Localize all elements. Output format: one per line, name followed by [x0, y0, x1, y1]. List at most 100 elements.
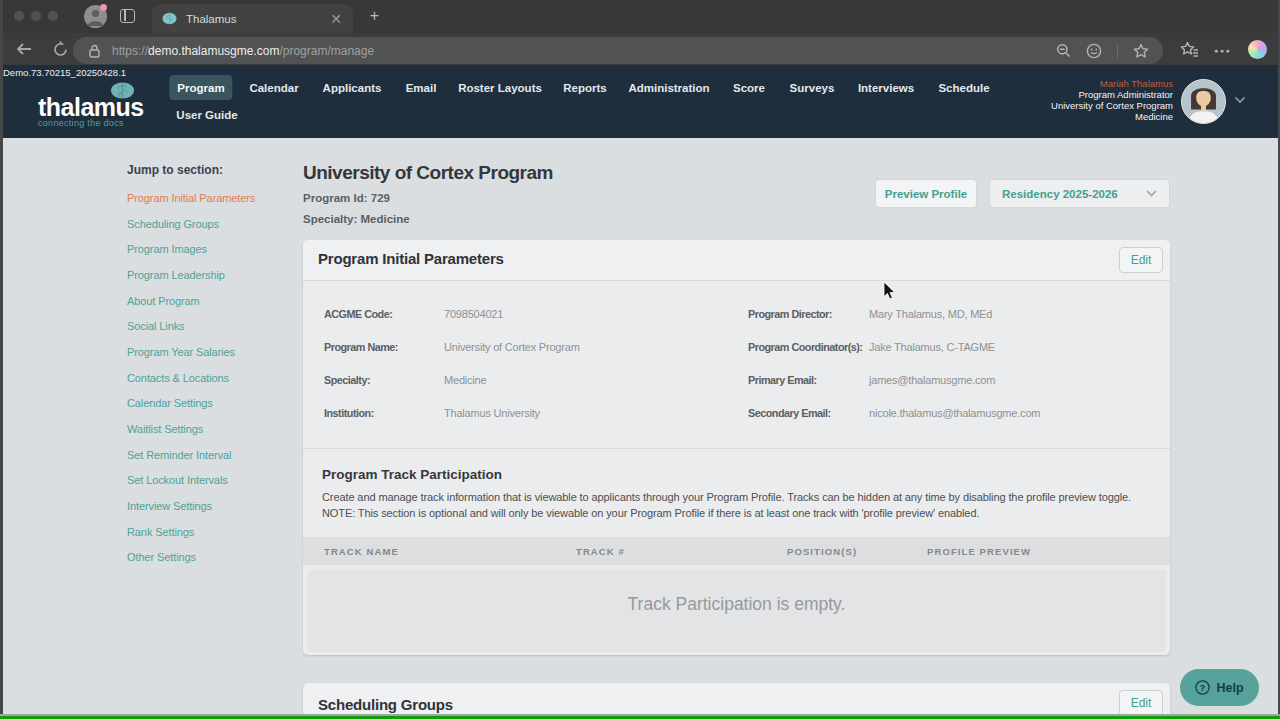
- sidebar-link-program-initial-parameters[interactable]: Program Initial Parameters: [127, 185, 297, 211]
- select-chevron-icon: [1146, 190, 1157, 197]
- copilot-icon[interactable]: [1248, 40, 1267, 59]
- help-question-icon: ?: [1195, 680, 1210, 695]
- jump-to-section-nav: Jump to section: Program Initial Paramet…: [127, 163, 297, 570]
- user-menu-chevron-icon[interactable]: [1234, 96, 1246, 104]
- track-empty-message: Track Participation is empty.: [628, 594, 846, 615]
- nav-item-surveys[interactable]: Surveys: [782, 75, 843, 100]
- track-participation-note: NOTE: This section is optional and will …: [322, 505, 1151, 521]
- new-tab-button[interactable]: +: [366, 8, 383, 25]
- back-icon[interactable]: [15, 41, 33, 57]
- app-navbar: Demo.73.70215_20250428.1 thalamus connec…: [0, 65, 1280, 138]
- help-button[interactable]: ? Help: [1180, 669, 1259, 706]
- address-bar[interactable]: https://demo.thalamusgme.com/program/man…: [73, 37, 1163, 64]
- user-avatar[interactable]: [1181, 79, 1226, 124]
- window-controls: [14, 11, 58, 21]
- reload-icon[interactable]: [52, 41, 69, 58]
- window-minimize-button[interactable]: [31, 11, 41, 21]
- browser-toolbar: https://demo.thalamusgme.com/program/man…: [0, 33, 1280, 65]
- sidebar-link-set-lockout-intervals[interactable]: Set Lockout Intervals: [127, 468, 297, 494]
- sidebar-link-about-program[interactable]: About Program: [127, 288, 297, 314]
- browser-profile-avatar-icon[interactable]: [84, 5, 107, 28]
- user-role: Program Administrator: [1051, 89, 1173, 100]
- sidebar-link-contacts-locations[interactable]: Contacts & Locations: [127, 365, 297, 391]
- screen: Thalamus ✕ + https://demo.thalamusgme.co…: [0, 0, 1280, 719]
- preview-profile-button[interactable]: Preview Profile: [875, 179, 977, 208]
- edit-scheduling-groups-button[interactable]: Edit: [1119, 690, 1163, 716]
- user-name: Mariah Thalamus: [1051, 78, 1173, 89]
- field-value-secondary-email: nicole.thalamus@thalamusgme.com: [869, 407, 1040, 419]
- track-participation-section: Program Track Participation Create and m…: [303, 448, 1170, 521]
- field-value-program-name: University of Cortex Program: [444, 341, 580, 353]
- nav-item-applicants[interactable]: Applicants: [315, 75, 390, 100]
- sidebar-link-social-links[interactable]: Social Links: [127, 313, 297, 339]
- season-select[interactable]: Residency 2025-2026: [989, 179, 1170, 208]
- edit-initial-parameters-button[interactable]: Edit: [1119, 247, 1163, 273]
- nav-item-roster-layouts[interactable]: Roster Layouts: [450, 75, 550, 100]
- field-label-program-director: Program Director:: [748, 308, 832, 320]
- field-row: Program Name:University of Cortex Progra…: [303, 331, 1170, 364]
- scheduling-groups-title: Scheduling Groups: [318, 696, 453, 713]
- logo-wordmark: thalamus: [38, 96, 148, 118]
- zoom-out-icon[interactable]: [1056, 43, 1071, 58]
- browser-titlebar: Thalamus ✕ +: [0, 0, 1280, 33]
- field-label-program-coordinator-s: Program Coordinator(s):: [748, 341, 862, 353]
- nav-item-email[interactable]: Email: [398, 75, 445, 100]
- feedback-smiley-icon[interactable]: [1086, 43, 1102, 59]
- field-label-institution: Institution:: [324, 407, 374, 419]
- sidebar-link-program-leadership[interactable]: Program Leadership: [127, 262, 297, 288]
- sidebar-link-waitlist-settings[interactable]: Waitlist Settings: [127, 416, 297, 442]
- browser-tab-thalamus[interactable]: Thalamus ✕: [152, 4, 353, 33]
- field-value-acgme-code: 7098504021: [444, 308, 503, 320]
- column-header-position-s: POSITION(S): [787, 546, 857, 557]
- field-row: Institution:Thalamus UniversitySecondary…: [303, 397, 1170, 430]
- field-label-secondary-email: Secondary Email:: [748, 407, 831, 419]
- season-select-value: Residency 2025-2026: [1002, 188, 1146, 200]
- tab-switcher-icon[interactable]: [120, 9, 135, 23]
- mouse-cursor: [883, 281, 896, 300]
- svg-text:?: ?: [1200, 683, 1206, 693]
- window-zoom-button[interactable]: [48, 11, 58, 21]
- browser-menu-icon[interactable]: ●●●: [1214, 47, 1231, 54]
- card-header: Program Initial Parameters Edit: [303, 240, 1170, 281]
- nav-item-calendar[interactable]: Calendar: [241, 75, 306, 100]
- nav-item-administration[interactable]: Administration: [620, 75, 717, 100]
- user-specialty: Medicine: [1051, 111, 1173, 122]
- favorites-bar-icon[interactable]: [1180, 41, 1199, 58]
- window-close-button[interactable]: [14, 11, 24, 21]
- user-info[interactable]: Mariah Thalamus Program Administrator Un…: [1051, 78, 1173, 122]
- field-label-acgme-code: ACGME Code:: [324, 308, 392, 320]
- nav-item-reports[interactable]: Reports: [555, 75, 614, 100]
- toolbar-divider: [1117, 44, 1118, 58]
- thalamus-logo[interactable]: thalamus connecting the docs: [38, 96, 148, 128]
- track-participation-title: Program Track Participation: [322, 467, 1151, 482]
- field-row: ACGME Code:7098504021Program Director:Ma…: [303, 298, 1170, 331]
- nav-item-program[interactable]: Program: [169, 75, 232, 100]
- nav-item-interviews[interactable]: Interviews: [850, 75, 922, 100]
- sidebar-heading: Jump to section:: [127, 163, 297, 177]
- screen-edge-left: [0, 0, 3, 719]
- nav-item-schedule[interactable]: Schedule: [930, 75, 997, 100]
- column-header-track: TRACK #: [576, 546, 625, 557]
- column-header-track-name: TRACK NAME: [324, 546, 399, 557]
- nav-item-user-guide[interactable]: User Guide: [163, 104, 250, 125]
- sidebar-link-scheduling-groups[interactable]: Scheduling Groups: [127, 211, 297, 237]
- tab-favicon-brain-icon: [162, 12, 177, 25]
- sidebar-link-set-reminder-interval[interactable]: Set Reminder Interval: [127, 442, 297, 468]
- sidebar-link-program-year-salaries[interactable]: Program Year Salaries: [127, 339, 297, 365]
- track-empty-state: Track Participation is empty.: [307, 570, 1166, 652]
- track-table-header: TRACK NAME TRACK # POSITION(S) PROFILE PREV…: [303, 537, 1170, 565]
- sidebar-link-other-settings[interactable]: Other Settings: [127, 545, 297, 571]
- sidebar-link-interview-settings[interactable]: Interview Settings: [127, 493, 297, 519]
- field-value-primary-email: james@thalamusgme.com: [869, 374, 995, 386]
- user-program: University of Cortex Program: [1051, 100, 1173, 111]
- sidebar-link-calendar-settings[interactable]: Calendar Settings: [127, 391, 297, 417]
- column-header-profile-preview: PROFILE PREVIEW: [927, 546, 1031, 557]
- lock-icon[interactable]: [89, 44, 100, 58]
- sidebar-link-rank-settings[interactable]: Rank Settings: [127, 519, 297, 545]
- nav-item-score[interactable]: Score: [725, 75, 773, 100]
- bookmark-star-icon[interactable]: [1133, 43, 1149, 59]
- sidebar-link-program-images[interactable]: Program Images: [127, 236, 297, 262]
- field-label-specialty: Specialty:: [324, 374, 370, 386]
- track-participation-description: Create and manage track information that…: [322, 489, 1151, 505]
- tab-close-icon[interactable]: ✕: [329, 12, 343, 26]
